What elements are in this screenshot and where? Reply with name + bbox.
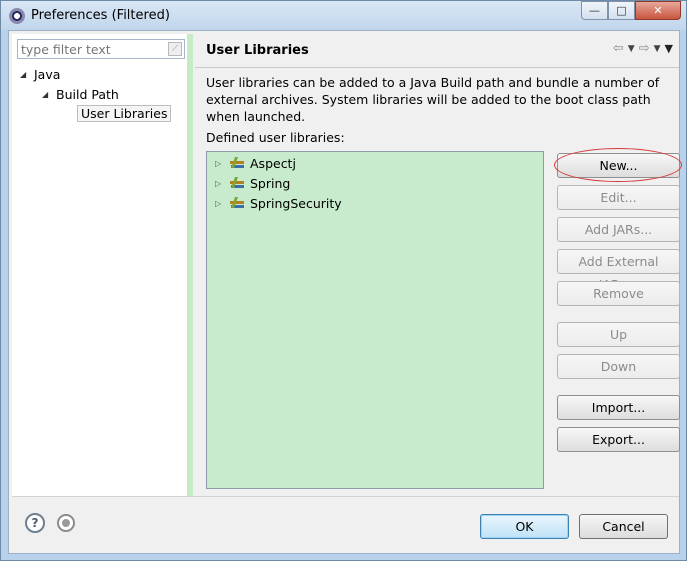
tree-item-label: User Libraries <box>77 104 172 122</box>
collapse-arrow-icon[interactable]: ◢ <box>42 90 56 99</box>
library-icon <box>229 156 245 170</box>
clear-filter-icon[interactable]: ⟋ <box>168 42 182 56</box>
cancel-button[interactable]: Cancel <box>579 514 668 539</box>
preference-tree-panel: ⟋ ◢ Java ◢ Build Path User Libraries <box>12 34 187 496</box>
import-button[interactable]: Import... <box>557 395 680 420</box>
expand-arrow-icon[interactable]: ▷ <box>215 159 229 168</box>
library-icon <box>229 196 245 210</box>
divider <box>195 67 679 68</box>
filter-field[interactable]: ⟋ <box>17 39 185 59</box>
arrow-right-icon[interactable]: ⇨ <box>639 41 650 56</box>
sash[interactable] <box>187 34 193 496</box>
minimize-button[interactable]: — <box>581 1 608 20</box>
list-item[interactable]: ▷ Aspectj <box>215 154 296 172</box>
help-icon[interactable]: ? <box>25 513 45 533</box>
close-button[interactable]: ✕ <box>635 1 681 20</box>
new-button[interactable]: New... <box>557 153 680 178</box>
record-icon[interactable] <box>57 514 75 532</box>
eclipse-icon <box>9 8 25 24</box>
expand-arrow-icon[interactable]: ▷ <box>215 179 229 188</box>
dialog-client: ⟋ ◢ Java ◢ Build Path User Libraries Use… <box>8 30 682 554</box>
filter-input[interactable] <box>18 40 158 58</box>
library-name: Spring <box>250 175 291 191</box>
ok-button[interactable]: OK <box>480 514 569 539</box>
user-libraries-list[interactable]: ▷ Aspectj ▷ Spring ▷ SpringSecurity <box>206 151 544 489</box>
preference-page: User Libraries ⇦ ▼ ⇨ ▼ ▼ User libraries … <box>195 34 682 496</box>
tree-item-label: Build Path <box>56 86 119 102</box>
library-name: SpringSecurity <box>250 195 342 211</box>
add-external-jars-button[interactable]: Add External JARs... <box>557 249 680 292</box>
tree-item-java[interactable]: ◢ Java <box>20 65 60 83</box>
down-button[interactable]: Down <box>557 354 680 379</box>
collapse-arrow-icon[interactable]: ◢ <box>20 70 34 79</box>
chevron-down-icon[interactable]: ▼ <box>628 44 635 54</box>
title-bar[interactable]: Preferences (Filtered) — □ ✕ <box>1 1 686 30</box>
divider <box>12 496 679 497</box>
export-button[interactable]: Export... <box>557 427 680 452</box>
library-name: Aspectj <box>250 155 296 171</box>
arrow-left-icon[interactable]: ⇦ <box>613 41 624 56</box>
tree-item-build-path[interactable]: ◢ Build Path <box>42 85 119 103</box>
defined-libraries-label: Defined user libraries: <box>206 130 345 145</box>
page-description: User libraries can be added to a Java Bu… <box>206 75 660 124</box>
page-title: User Libraries <box>206 43 309 58</box>
tree-item-user-libraries[interactable]: User Libraries <box>77 104 172 122</box>
up-button[interactable]: Up <box>557 322 680 347</box>
window-title: Preferences (Filtered) <box>31 8 170 23</box>
page-navigation: ⇦ ▼ ⇨ ▼ ▼ <box>613 41 673 56</box>
view-menu-icon[interactable]: ▼ <box>665 42 673 55</box>
add-jars-button[interactable]: Add JARs... <box>557 217 680 242</box>
chevron-down-icon[interactable]: ▼ <box>654 44 661 54</box>
maximize-button[interactable]: □ <box>608 1 635 20</box>
expand-arrow-icon[interactable]: ▷ <box>215 199 229 208</box>
list-item[interactable]: ▷ SpringSecurity <box>215 194 342 212</box>
remove-button[interactable]: Remove <box>557 281 680 306</box>
preferences-window: Preferences (Filtered) — □ ✕ ⟋ ◢ Java ◢ … <box>0 0 687 561</box>
tree-item-label: Java <box>34 66 61 82</box>
library-icon <box>229 176 245 190</box>
edit-button[interactable]: Edit... <box>557 185 680 210</box>
list-item[interactable]: ▷ Spring <box>215 174 290 192</box>
